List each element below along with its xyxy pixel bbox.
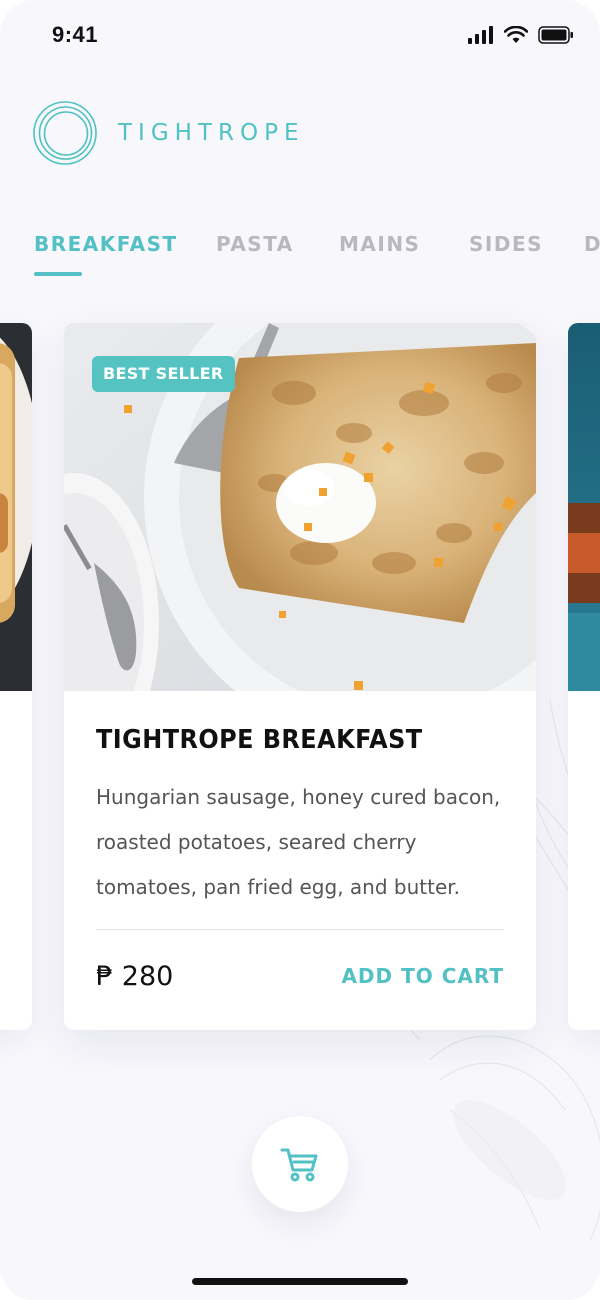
menu-item-price: ₱ 280 bbox=[96, 961, 174, 992]
wifi-icon bbox=[504, 26, 528, 43]
status-time: 9:41 bbox=[52, 22, 99, 47]
tab-breakfast[interactable]: BREAKFAST bbox=[34, 232, 178, 256]
phone-screen: 9:41 TIGHTROPE BREAKFAST PASTA MAINS SID… bbox=[0, 0, 600, 1300]
category-tabs: BREAKFAST PASTA MAINS SIDES D bbox=[34, 232, 600, 282]
menu-item-title: TIGHTROPE BREAKFAST bbox=[96, 725, 423, 755]
status-icons bbox=[468, 26, 574, 44]
add-to-cart-button[interactable]: ADD TO CART bbox=[341, 964, 504, 988]
menu-item-description: Hungarian sausage, honey cured bacon, ro… bbox=[96, 775, 516, 910]
signal-icon bbox=[468, 26, 493, 44]
description-line: roasted potatoes, seared cherry bbox=[96, 830, 417, 854]
next-menu-card[interactable] bbox=[568, 323, 600, 1030]
cart-button[interactable] bbox=[252, 1116, 348, 1212]
status-bar: 9:41 bbox=[0, 0, 600, 72]
active-tab-indicator bbox=[34, 272, 82, 276]
tab-desserts[interactable]: D bbox=[584, 232, 600, 256]
next-card-photo bbox=[568, 323, 600, 691]
crepe-photo: BEST SELLER bbox=[64, 323, 536, 691]
brand-logo: TIGHTROPE bbox=[32, 100, 305, 166]
logo-rings-icon bbox=[33, 101, 97, 165]
description-line: Hungarian sausage, honey cured bacon, bbox=[96, 785, 501, 809]
battery-icon bbox=[538, 26, 573, 44]
card-divider bbox=[96, 929, 504, 930]
previous-card-photo bbox=[0, 323, 32, 691]
cart-icon bbox=[280, 1148, 318, 1182]
tab-mains[interactable]: MAINS bbox=[339, 232, 420, 256]
brand-name: TIGHTROPE bbox=[118, 120, 305, 146]
menu-item-card[interactable]: BEST SELLER TIGHTROPE BREAKFAST Hungaria… bbox=[64, 323, 536, 1030]
tab-pasta[interactable]: PASTA bbox=[216, 232, 294, 256]
best-seller-badge: BEST SELLER bbox=[92, 356, 235, 392]
home-indicator[interactable] bbox=[192, 1278, 408, 1285]
description-line: tomatoes, pan fried egg, and butter. bbox=[96, 875, 460, 899]
tab-sides[interactable]: SIDES bbox=[469, 232, 543, 256]
previous-menu-card[interactable] bbox=[0, 323, 32, 1030]
